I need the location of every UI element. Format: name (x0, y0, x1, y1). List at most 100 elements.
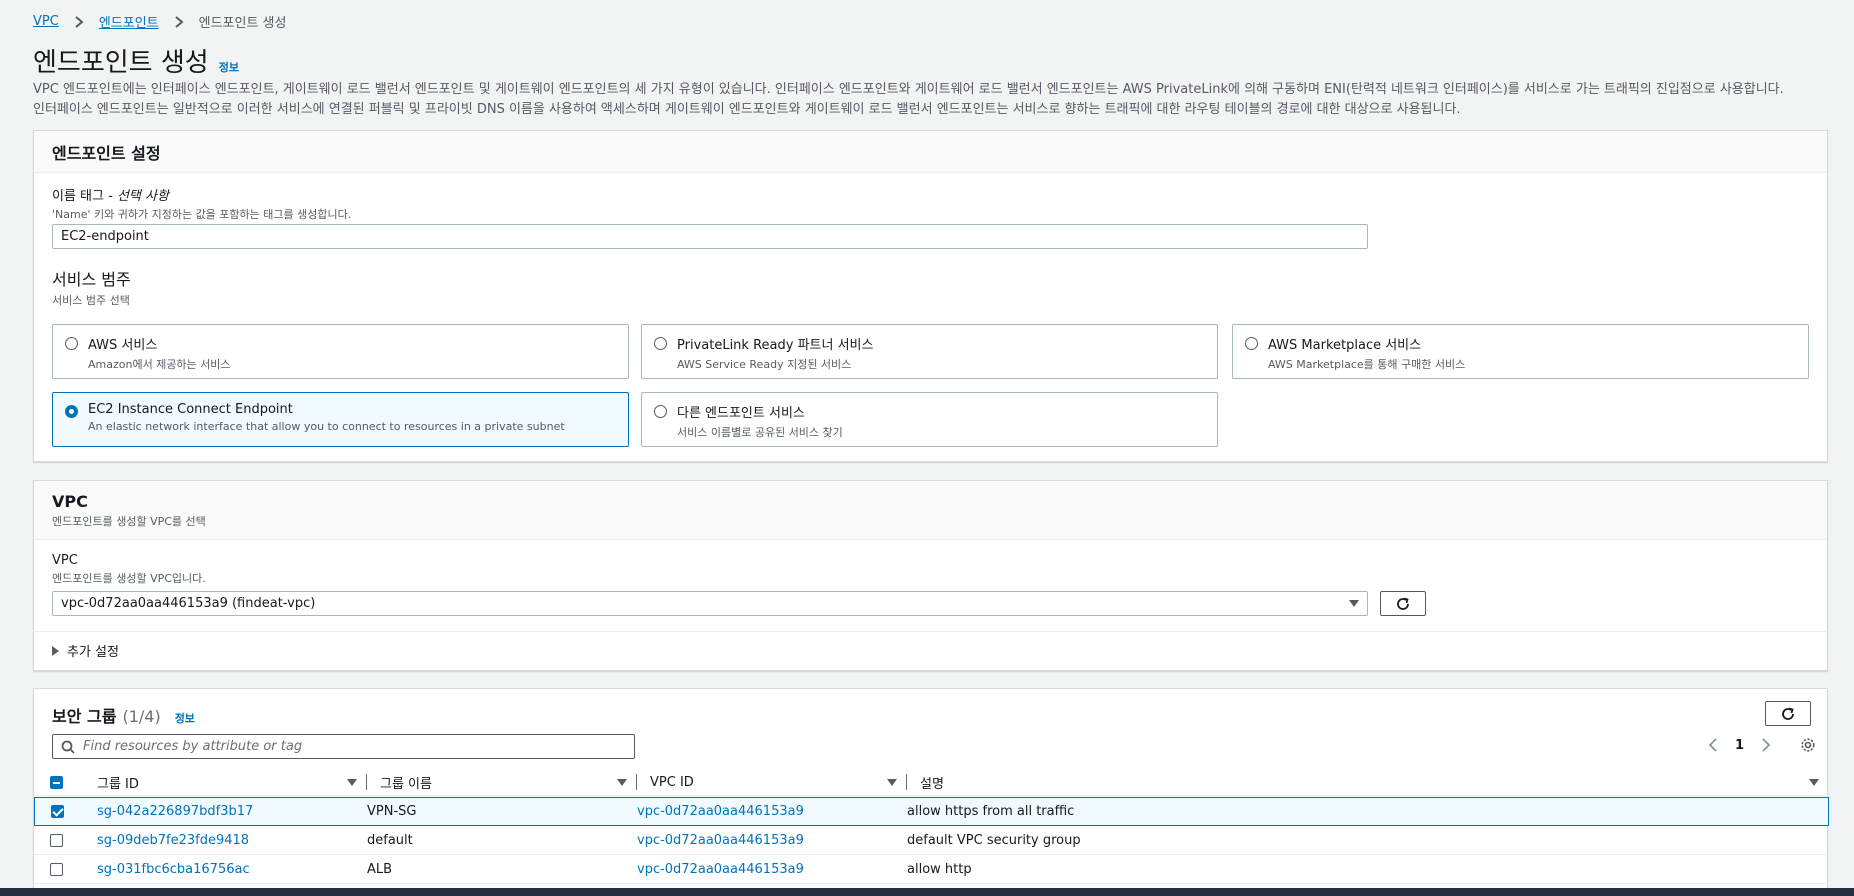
service-category-title: 서비스 범주 (52, 270, 131, 289)
divider (34, 631, 1829, 632)
sort-icon (887, 779, 897, 786)
tile-ec2-instance-connect[interactable]: EC2 Instance Connect Endpoint An elastic… (52, 392, 629, 447)
info-link[interactable]: 정보 (219, 59, 239, 75)
breadcrumb-current: 엔드포인트 생성 (198, 16, 287, 31)
vpc-refresh-button[interactable] (1380, 591, 1426, 616)
row-checkbox[interactable] (51, 805, 64, 818)
vpc-field-label: VPC (52, 553, 78, 568)
tile-title: AWS 서비스 (88, 338, 158, 353)
tile-title: PrivateLink Ready 파트너 서비스 (677, 338, 874, 353)
table-row[interactable]: sg-09deb7fe23fde9418 default vpc-0d72aa0… (34, 826, 1829, 855)
security-groups-count: (1/4) (122, 707, 161, 726)
table-row[interactable]: sg-042a226897bdf3b17 VPN-SG vpc-0d72aa0a… (34, 797, 1829, 826)
vpc-field-desc: 엔드포인트를 생성할 VPC입니다. (52, 572, 206, 585)
column-header-label: 설명 (920, 776, 944, 792)
breadcrumb-endpoints[interactable]: 엔드포인트 (99, 12, 159, 31)
gear-icon[interactable] (1800, 737, 1816, 753)
radio-icon[interactable] (654, 337, 667, 350)
column-header-label: VPC ID (650, 774, 694, 790)
tile-desc: 서비스 이름별로 공유된 서비스 찾기 (677, 426, 843, 439)
chevron-right-icon (171, 14, 187, 30)
group-id-link[interactable]: sg-042a226897bdf3b17 (97, 804, 253, 819)
panel-subtitle: 엔드포인트를 생성할 VPC를 선택 (52, 514, 206, 528)
security-groups-refresh-button[interactable] (1765, 701, 1811, 726)
panel-title: 엔드포인트 설정 (52, 143, 161, 163)
vpc-id-link[interactable]: vpc-0d72aa0aa446153a9 (637, 833, 804, 848)
vpc-select-value: vpc-0d72aa0aa446153a9 (findeat-vpc) (61, 596, 316, 611)
service-category-heading: 서비스 범주 서비스 범주 선택 (52, 266, 131, 308)
select-all-checkbox[interactable] (50, 776, 63, 789)
info-link[interactable]: 정보 (175, 710, 195, 726)
tile-privatelink-partner[interactable]: PrivateLink Ready 파트너 서비스 AWS Service Re… (641, 324, 1218, 379)
column-header-label: 그룹 이름 (380, 776, 432, 792)
vpc-select[interactable]: vpc-0d72aa0aa446153a9 (findeat-vpc) (52, 591, 1368, 616)
row-checkbox[interactable] (50, 833, 63, 847)
tile-desc: Amazon에서 제공하는 서비스 (88, 358, 231, 371)
endpoint-settings-panel: 엔드포인트 설정 이름 태그 - 선택 사항 'Name' 키와 귀하가 지정하… (33, 130, 1828, 462)
name-tag-field: 이름 태그 - 선택 사항 'Name' 키와 귀하가 지정하는 값을 포함하는… (52, 185, 351, 222)
sort-icon (347, 779, 357, 786)
page-title-row: 엔드포인트 생성 정보 (33, 42, 239, 79)
radio-icon[interactable] (654, 405, 667, 418)
chevron-right-icon (71, 14, 87, 30)
table-row[interactable]: sg-031fbc6cba16756ac ALB vpc-0d72aa0aa44… (34, 855, 1829, 884)
panel-header: 엔드포인트 설정 (34, 131, 1827, 173)
vpc-id-link[interactable]: vpc-0d72aa0aa446153a9 (637, 862, 804, 877)
name-tag-input[interactable]: EC2-endpoint (52, 224, 1368, 249)
column-header-group-id[interactable]: 그룹 ID (97, 768, 367, 796)
breadcrumb: VPC 엔드포인트 엔드포인트 생성 (33, 12, 286, 31)
column-header-group-name[interactable]: 그룹 이름 (367, 768, 637, 796)
security-groups-header: 보안 그룹 (1/4) 정보 (52, 703, 195, 727)
table-header: 그룹 ID 그룹 이름 VPC ID 설명 (34, 768, 1829, 796)
additional-settings-expander[interactable]: 추가 설정 (52, 641, 119, 660)
search-icon (61, 740, 75, 754)
chevron-right-icon[interactable] (1760, 738, 1772, 752)
column-header-vpc-id[interactable]: VPC ID (637, 768, 907, 796)
chevron-left-icon[interactable] (1707, 738, 1719, 752)
row-checkbox[interactable] (50, 862, 63, 876)
group-id-link[interactable]: sg-031fbc6cba16756ac (97, 862, 250, 877)
page-title: 엔드포인트 생성 (33, 48, 209, 78)
group-name: default (367, 832, 413, 848)
group-id-link[interactable]: sg-09deb7fe23fde9418 (97, 833, 249, 848)
column-header-description[interactable]: 설명 (907, 768, 1829, 796)
name-tag-label-optional: 선택 사항 (116, 189, 169, 204)
name-tag-desc: 'Name' 키와 귀하가 지정하는 값을 포함하는 태그를 생성합니다. (52, 208, 352, 221)
security-groups-title: 보안 그룹 (52, 707, 117, 726)
tile-title: 다른 엔드포인트 서비스 (677, 406, 805, 421)
group-description: allow http (907, 861, 972, 877)
caret-right-icon (52, 645, 59, 656)
radio-icon[interactable] (65, 405, 78, 418)
tile-desc: AWS Service Ready 지정된 서비스 (677, 358, 852, 371)
vpc-id-link[interactable]: vpc-0d72aa0aa446153a9 (637, 804, 804, 819)
tile-title: AWS Marketplace 서비스 (1268, 338, 1422, 353)
page-number[interactable]: 1 (1735, 738, 1744, 753)
group-description: allow https from all traffic (907, 804, 1075, 819)
tile-aws-services[interactable]: AWS 서비스 Amazon에서 제공하는 서비스 (52, 324, 629, 379)
name-tag-label-prefix: 이름 태그 - (52, 189, 117, 204)
vpc-panel: VPC 엔드포인트를 생성할 VPC를 선택 VPC 엔드포인트를 생성할 VP… (33, 480, 1829, 671)
radio-icon[interactable] (65, 337, 78, 350)
column-header-label: 그룹 ID (97, 776, 139, 792)
radio-icon[interactable] (1245, 337, 1258, 350)
refresh-icon (1397, 597, 1409, 610)
tile-other-endpoint-services[interactable]: 다른 엔드포인트 서비스 서비스 이름별로 공유된 서비스 찾기 (641, 392, 1218, 447)
page: VPC 엔드포인트 엔드포인트 생성 엔드포인트 생성 정보 VPC 엔드포인트… (0, 0, 1854, 896)
page-description: VPC 엔드포인트에는 인터페이스 엔드포인트, 게이트웨이 로드 밸런서 엔드… (33, 80, 1833, 120)
group-description: default VPC security group (907, 832, 1081, 848)
vpc-field: VPC 엔드포인트를 생성할 VPC입니다. (52, 553, 206, 586)
panel-title: VPC (52, 491, 88, 511)
tile-desc: AWS Marketplace를 통해 구매한 서비스 (1268, 358, 1466, 371)
group-name: VPN-SG (367, 804, 417, 819)
bottom-bar (0, 888, 1854, 896)
name-tag-label: 이름 태그 - 선택 사항 (52, 185, 351, 204)
security-groups-search[interactable]: Find resources by attribute or tag (52, 734, 635, 759)
tile-desc: An elastic network interface that allow … (88, 420, 565, 433)
tile-aws-marketplace[interactable]: AWS Marketplace 서비스 AWS Marketplace를 통해 … (1232, 324, 1809, 379)
sort-icon (1809, 779, 1819, 786)
group-name: ALB (367, 861, 393, 877)
caret-down-icon (1349, 600, 1359, 607)
additional-settings-label: 추가 설정 (67, 645, 119, 660)
search-placeholder: Find resources by attribute or tag (83, 739, 303, 754)
breadcrumb-vpc[interactable]: VPC (33, 14, 59, 29)
